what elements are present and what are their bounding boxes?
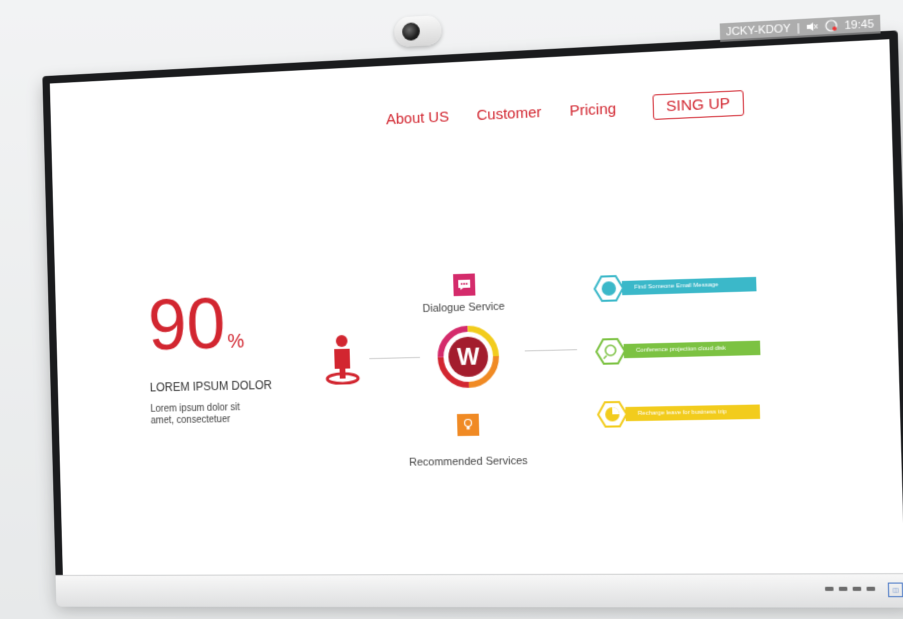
tv-screen: JCKY-KDOY | 19:45 About US Customer Pric… (49, 14, 903, 577)
stat-number: 90 (147, 282, 227, 366)
feature-recharge[interactable]: Recharge leave for business trip (597, 398, 761, 427)
webcam (393, 14, 442, 48)
stat-heading: LOREM IPSUM DOLOR (149, 378, 273, 395)
smart-tv: JCKY-KDOY | 19:45 About US Customer Pric… (41, 0, 903, 608)
connector-right (524, 349, 578, 352)
device-name: JCKY-KDOY (725, 22, 791, 39)
search-icon (595, 338, 626, 365)
top-nav: About US Customer Pricing SING UP (386, 90, 744, 132)
mute-icon[interactable] (806, 21, 819, 35)
nav-about[interactable]: About US (386, 108, 449, 128)
status-separator: | (796, 22, 801, 35)
front-ports (824, 586, 876, 591)
lightbulb-icon[interactable] (456, 413, 480, 437)
stat-block: 90% LOREM IPSUM DOLOR Lorem ipsum dolor … (147, 282, 273, 427)
feature-conference[interactable]: Conference projection cloud disk (595, 334, 761, 364)
stat-body: Lorem ipsum dolor sit amet, consectetuer (150, 402, 241, 427)
qr-badge-icon: ◫ (887, 582, 903, 598)
photo-scene: JCKY-KDOY | 19:45 About US Customer Pric… (0, 0, 903, 619)
user-icon (323, 334, 361, 385)
feature-label: Find Someone Email Message (621, 276, 757, 296)
network-icon[interactable] (825, 19, 838, 35)
recommended-services-label: Recommended Services (408, 455, 528, 469)
connector-left (369, 356, 420, 360)
tv-bottom-frame: ◫ (55, 573, 903, 608)
nav-pricing[interactable]: Pricing (569, 100, 616, 119)
chat-icon[interactable] (453, 273, 476, 297)
feature-label: Conference projection cloud disk (623, 340, 761, 359)
pie-chart-icon (597, 401, 628, 428)
person-icon (593, 275, 624, 302)
dialogue-service-label: Dialogue Service (422, 300, 505, 316)
signup-button[interactable]: SING UP (652, 90, 744, 120)
clock: 19:45 (844, 18, 875, 33)
nav-customer[interactable]: Customer (476, 104, 541, 124)
feature-label: Recharge leave for business trip (625, 404, 761, 422)
camera-lens (401, 22, 421, 42)
feature-find-someone[interactable]: Find Someone Email Message (593, 271, 757, 302)
logo-letter: W (457, 343, 481, 370)
w-logo: W (435, 323, 502, 391)
stat-unit: % (227, 330, 245, 353)
